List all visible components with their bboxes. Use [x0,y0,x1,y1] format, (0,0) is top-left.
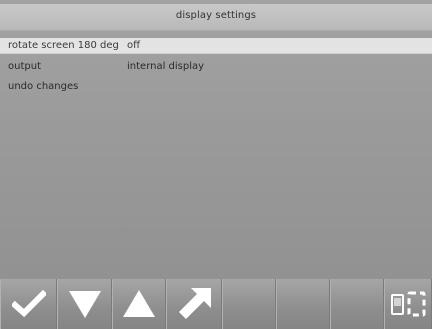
screen-switch-icon [391,291,426,317]
empty-button-2[interactable] [276,279,330,329]
display-settings-screen: display settings rotate screen 180 deg o… [0,0,432,329]
setting-row-output[interactable]: output internal display [0,59,432,74]
screen-switch-button[interactable] [384,279,432,329]
setting-row-rotate-screen[interactable]: rotate screen 180 deg off [0,38,432,54]
setting-value: internal display [127,61,205,72]
down-arrow-icon [68,291,101,318]
enter-button[interactable] [166,279,222,329]
setting-value: off [127,40,141,51]
up-arrow-icon [123,290,155,317]
bottom-toolbar [0,279,432,329]
setting-label: output [8,61,41,72]
title-bar: display settings [0,4,432,31]
confirm-button[interactable] [0,279,57,329]
empty-button-1[interactable] [222,279,276,329]
setting-label: rotate screen 180 deg [8,40,119,51]
move-up-button[interactable] [112,279,166,329]
empty-button-3[interactable] [330,279,384,329]
move-down-button[interactable] [57,279,112,329]
diagonal-arrow-icon [179,288,211,319]
settings-list: rotate screen 180 deg off output interna… [0,38,432,99]
setting-row-undo-changes[interactable]: undo changes [0,79,432,94]
checkmark-icon [11,290,46,318]
page-title: display settings [175,10,257,21]
setting-label: undo changes [8,81,79,92]
